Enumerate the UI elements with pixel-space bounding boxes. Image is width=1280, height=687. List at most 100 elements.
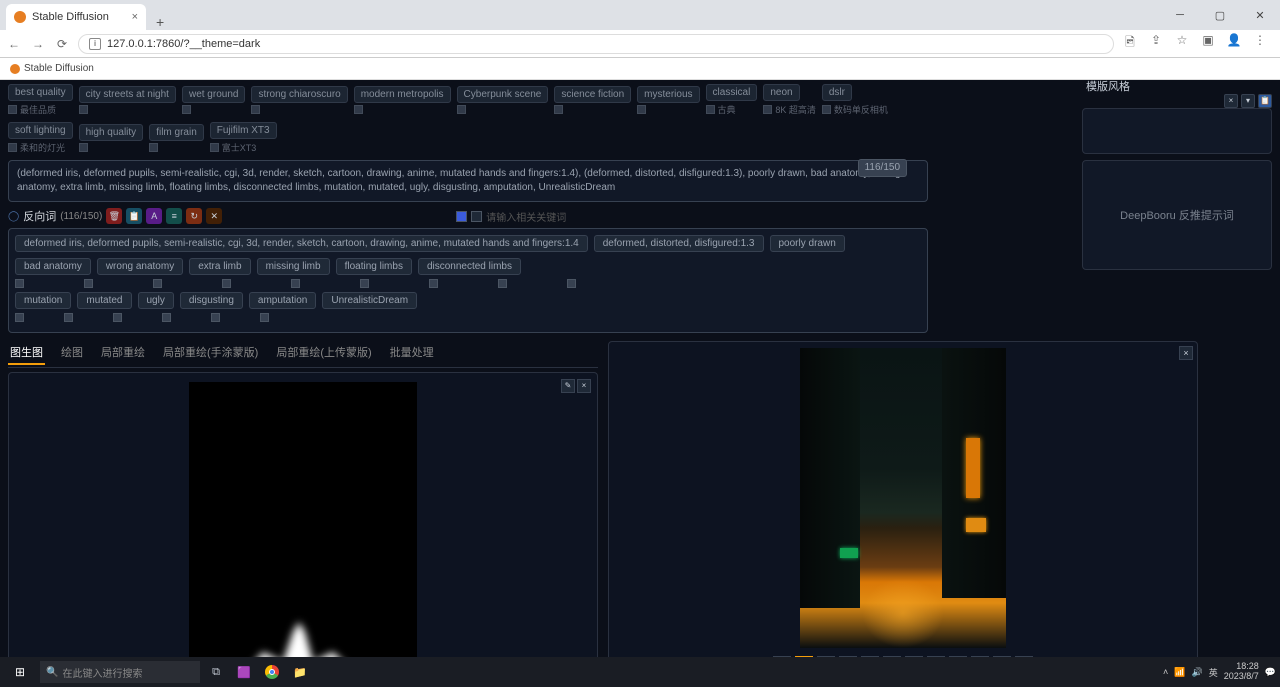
neg-tag[interactable]: disgusting — [180, 292, 243, 309]
tag[interactable]: neon — [763, 84, 799, 101]
windows-taskbar: ⊞ 🔍 在此键入进行搜索 ⧉ 🟪 📁 ˄ 📶 🔊 英 18:28 2023/8/… — [0, 657, 1280, 687]
tab-batch[interactable]: 批量处理 — [388, 341, 436, 365]
tag[interactable]: city streets at night — [79, 86, 176, 103]
style-close-icon[interactable]: × — [1224, 94, 1238, 108]
tray-network-icon[interactable]: 📶 — [1174, 667, 1185, 678]
deepbooru-card[interactable]: DeepBooru 反推提示词 — [1082, 160, 1272, 270]
tab-close-icon[interactable]: × — [132, 11, 138, 23]
negative-count: (116/150) — [60, 211, 102, 222]
input-canvas[interactable]: ✎ × — [8, 372, 598, 687]
neg-search-placeholder[interactable]: 请输入相关关键词 — [486, 209, 566, 224]
neg-tag[interactable]: poorly drawn — [770, 235, 845, 252]
token-counter: 116/150 — [858, 159, 907, 177]
tag[interactable]: science fiction — [554, 86, 631, 103]
search-icon: 🔍 — [46, 667, 58, 678]
output-close-icon[interactable]: × — [1179, 346, 1193, 360]
tag[interactable]: strong chiaroscuro — [251, 86, 347, 103]
taskbar-chrome[interactable] — [260, 661, 284, 683]
neg-tool-5[interactable]: ↻ — [186, 208, 202, 224]
tag[interactable]: classical — [706, 84, 758, 101]
profile-icon[interactable]: 👤 — [1226, 33, 1242, 54]
share-icon[interactable]: ⇪ — [1148, 33, 1164, 54]
bookmark-link[interactable]: Stable Diffusion — [24, 63, 94, 74]
neg-tool-4[interactable]: ≡ — [166, 208, 182, 224]
tray-chevron-icon[interactable]: ˄ — [1163, 667, 1168, 677]
tab-inpaint-sketch[interactable]: 局部重绘(手涂蒙版) — [161, 341, 260, 365]
taskbar-explorer[interactable]: 📁 — [288, 661, 312, 683]
tab-inpaint[interactable]: 局部重绘 — [99, 341, 147, 365]
bookmark-favicon — [10, 64, 20, 74]
back-icon[interactable]: ← — [6, 37, 22, 51]
tag[interactable]: Cyberpunk scene — [457, 86, 549, 103]
task-view-icon[interactable]: ⧉ — [204, 661, 228, 683]
start-button[interactable]: ⊞ — [4, 660, 36, 684]
neg-tag[interactable]: wrong anatomy — [97, 258, 183, 275]
tab-img2img[interactable]: 图生图 — [8, 341, 45, 365]
tag[interactable]: best quality — [8, 84, 73, 101]
negative-prompt-textbox[interactable]: 116/150 (deformed iris, deformed pupils,… — [8, 160, 928, 202]
bookmark-icon[interactable]: ☆ — [1174, 33, 1190, 54]
style-apply-icon[interactable]: 📋 — [1258, 94, 1272, 108]
address-bar: ← → ⟳ i 127.0.0.1:7860/?__theme=dark 🖻 ⇪… — [0, 30, 1280, 58]
neg-tag[interactable]: bad anatomy — [15, 258, 91, 275]
window-minimize[interactable]: ─ — [1160, 0, 1200, 30]
tag[interactable]: dslr — [822, 84, 852, 101]
new-tab-button[interactable]: + — [146, 14, 174, 30]
tray-volume-icon[interactable]: 🔊 — [1192, 667, 1203, 678]
neg-tag[interactable]: ugly — [138, 292, 174, 309]
canvas-clear-icon[interactable]: × — [577, 379, 591, 393]
browser-tab[interactable]: Stable Diffusion × — [6, 4, 146, 30]
tab-sketch[interactable]: 绘图 — [59, 341, 85, 365]
neg-checkbox-2[interactable] — [471, 211, 482, 222]
tag[interactable]: high quality — [79, 124, 144, 141]
tag[interactable]: Fujifilm XT3 — [210, 122, 277, 139]
tag[interactable]: modern metropolis — [354, 86, 451, 103]
tab-favicon — [14, 11, 26, 23]
tag[interactable]: soft lighting — [8, 122, 73, 139]
tag[interactable]: mysterious — [637, 86, 699, 103]
neg-tag[interactable]: amputation — [249, 292, 316, 309]
translate-icon[interactable]: 🖻 — [1122, 33, 1138, 54]
style-panel-title: 模版风格 — [1086, 80, 1130, 94]
neg-tool-1[interactable]: 🗑 — [106, 208, 122, 224]
taskbar-search[interactable]: 🔍 在此键入进行搜索 — [40, 661, 200, 683]
bookmarks-bar: Stable Diffusion — [0, 58, 1280, 80]
taskbar-app-1[interactable]: 🟪 — [232, 661, 256, 683]
tag[interactable]: wet ground — [182, 86, 245, 103]
neg-checkbox-1[interactable] — [456, 211, 467, 222]
neg-tool-6[interactable]: ✕ — [206, 208, 222, 224]
neg-tag[interactable]: UnrealisticDream — [322, 292, 417, 309]
neg-tool-3[interactable]: A — [146, 208, 162, 224]
reload-icon[interactable]: ⟳ — [54, 37, 70, 51]
neg-tag[interactable]: floating limbs — [336, 258, 412, 275]
tag[interactable]: film grain — [149, 124, 204, 141]
canvas-edit-icon[interactable]: ✎ — [561, 379, 575, 393]
style-dropdown-icon[interactable]: ▾ — [1241, 94, 1255, 108]
output-image[interactable] — [800, 348, 1006, 648]
neg-tag[interactable]: mutated — [77, 292, 131, 309]
site-info-icon[interactable]: i — [89, 38, 101, 50]
tab-title: Stable Diffusion — [32, 11, 109, 23]
neg-tag[interactable]: extra limb — [189, 258, 250, 275]
chevron-down-icon[interactable]: ◯ — [8, 211, 19, 222]
menu-icon[interactable]: ⋮ — [1252, 33, 1268, 54]
neg-tag[interactable]: disconnected limbs — [418, 258, 521, 275]
url-field[interactable]: i 127.0.0.1:7860/?__theme=dark — [78, 34, 1114, 54]
taskbar-clock[interactable]: 18:28 2023/8/7 — [1224, 662, 1259, 682]
neg-tag[interactable]: deformed, distorted, disfigured:1.3 — [594, 235, 764, 252]
neg-tag[interactable]: missing limb — [257, 258, 330, 275]
neg-tag[interactable]: mutation — [15, 292, 71, 309]
positive-tags-row: best quality最佳品质 city streets at night w… — [8, 84, 928, 154]
extensions-icon[interactable]: ▣ — [1200, 33, 1216, 54]
tray-ime[interactable]: 英 — [1209, 666, 1218, 679]
negative-section-header: ◯ 反向词 (116/150) 🗑 📋 A ≡ ↻ ✕ 请输入相关关键词 — [8, 208, 928, 224]
window-close[interactable]: ✕ — [1240, 0, 1280, 30]
neg-tag[interactable]: deformed iris, deformed pupils, semi-rea… — [15, 235, 588, 252]
forward-icon[interactable]: → — [30, 37, 46, 51]
tab-inpaint-upload[interactable]: 局部重绘(上传蒙版) — [274, 341, 373, 365]
tray-notifications-icon[interactable]: 💬 — [1265, 667, 1276, 678]
window-maximize[interactable]: ▢ — [1200, 0, 1240, 30]
app-root: best quality最佳品质 city streets at night w… — [0, 80, 1280, 687]
neg-tool-2[interactable]: 📋 — [126, 208, 142, 224]
style-preview-card[interactable] — [1082, 108, 1272, 154]
